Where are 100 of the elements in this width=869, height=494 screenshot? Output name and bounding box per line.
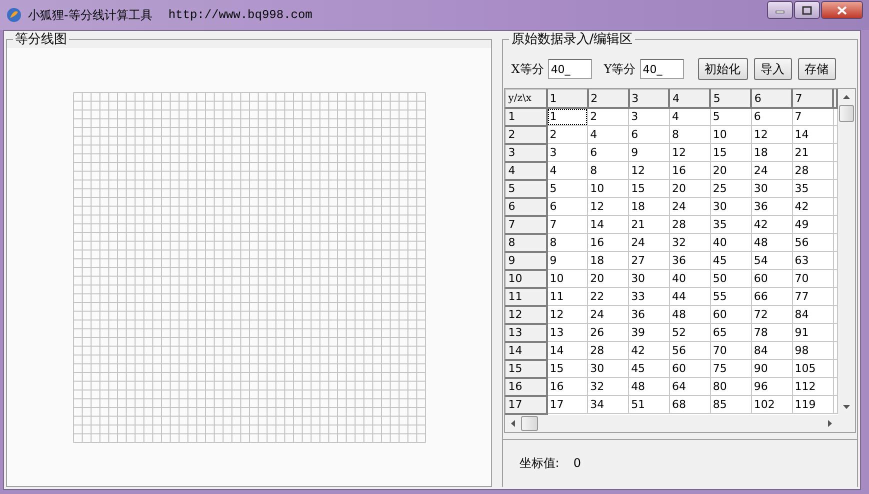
table-cell[interactable]: 5 (546, 180, 588, 198)
table-cell[interactable]: 119 (792, 396, 834, 414)
table-cell[interactable]: 98 (792, 342, 834, 360)
table-cell[interactable]: 26 (588, 324, 629, 342)
table-cell[interactable]: 16 (588, 234, 629, 252)
table-cell[interactable]: 49 (792, 216, 834, 234)
table-cell[interactable]: 12 (588, 198, 629, 216)
table-cell[interactable]: 15 (546, 360, 588, 378)
table-cell[interactable]: 12 (546, 306, 588, 324)
table-cell[interactable]: 6 (546, 198, 588, 216)
table-cell[interactable]: 63 (792, 252, 834, 270)
column-header[interactable]: 6 (751, 90, 792, 108)
table-cell[interactable]: 91 (792, 324, 834, 342)
table-cell[interactable]: 28 (669, 216, 710, 234)
table-cell[interactable]: 16 (546, 378, 588, 396)
table-cell[interactable]: 8 (669, 126, 710, 144)
column-header[interactable]: 4 (669, 90, 710, 108)
input-field[interactable]: 40_ (640, 59, 684, 79)
table-cell[interactable]: 72 (751, 306, 792, 324)
table-cell[interactable]: 8 (588, 162, 629, 180)
table-cell[interactable]: 12 (628, 162, 670, 180)
table-cell[interactable]: 70 (710, 342, 752, 360)
table-cell[interactable]: 5 (710, 108, 752, 126)
table-cell[interactable]: 25 (710, 180, 752, 198)
table-cell[interactable]: 24 (669, 198, 710, 216)
table-cell[interactable]: 12 (751, 126, 792, 144)
table-cell[interactable]: 55 (710, 288, 752, 306)
table-cell[interactable]: 34 (588, 396, 629, 414)
table-cell[interactable]: 40 (669, 270, 710, 288)
table-cell[interactable]: 28 (588, 342, 629, 360)
table-cell[interactable]: 60 (751, 270, 792, 288)
table-cell[interactable]: 78 (751, 324, 792, 342)
table-cell[interactable]: 66 (751, 288, 792, 306)
table-cell[interactable]: 70 (792, 270, 834, 288)
table-cell[interactable]: 84 (792, 306, 834, 324)
table-cell[interactable]: 4 (546, 162, 588, 180)
table-cell[interactable]: 7 (792, 108, 834, 126)
table-cell[interactable]: 42 (628, 342, 670, 360)
table-cell[interactable]: 11 (546, 288, 588, 306)
table-cell[interactable]: 35 (792, 180, 834, 198)
table-cell[interactable]: 65 (710, 324, 752, 342)
table-cell[interactable]: 50 (710, 270, 752, 288)
table-cell[interactable]: 16 (669, 162, 710, 180)
column-header[interactable]: 2 (588, 90, 629, 108)
table-cell[interactable]: 54 (751, 252, 792, 270)
table-cell[interactable]: 18 (751, 144, 792, 162)
table-cell[interactable]: 80 (710, 378, 752, 396)
table-cell[interactable]: 36 (669, 252, 710, 270)
table-cell[interactable]: 4 (588, 126, 629, 144)
table-cell[interactable]: 60 (710, 306, 752, 324)
table-cell[interactable]: 52 (669, 324, 710, 342)
table-cell[interactable]: 48 (628, 378, 670, 396)
table-cell[interactable]: 3 (628, 108, 670, 126)
table-cell[interactable]: 21 (792, 144, 834, 162)
table-cell[interactable]: 6 (588, 144, 629, 162)
table-cell[interactable]: 64 (669, 378, 710, 396)
column-header[interactable]: 1 (546, 90, 588, 108)
table-cell[interactable]: 24 (751, 162, 792, 180)
column-header[interactable]: 7 (792, 90, 834, 108)
table-cell[interactable]: 10 (588, 180, 629, 198)
table-cell[interactable]: 96 (751, 378, 792, 396)
column-header[interactable]: 3 (628, 90, 670, 108)
table-cell[interactable]: 48 (751, 234, 792, 252)
close-button[interactable] (821, 1, 863, 19)
table-cell[interactable]: 42 (792, 198, 834, 216)
table-cell[interactable]: 6 (751, 108, 792, 126)
table-cell[interactable]: 90 (751, 360, 792, 378)
table-cell[interactable]: 33 (628, 288, 670, 306)
table-cell[interactable]: 9 (546, 252, 588, 270)
table-cell[interactable]: 42 (751, 216, 792, 234)
table-cell[interactable]: 45 (628, 360, 670, 378)
table-cell[interactable]: 51 (628, 396, 670, 414)
table-cell[interactable]: 32 (588, 378, 629, 396)
table-cell[interactable]: 36 (628, 306, 670, 324)
table-cell[interactable]: 36 (751, 198, 792, 216)
table-cell[interactable]: 24 (588, 306, 629, 324)
table-cell[interactable]: 32 (669, 234, 710, 252)
table-cell[interactable]: 40 (710, 234, 752, 252)
table-cell[interactable]: 48 (669, 306, 710, 324)
table-cell[interactable]: 24 (628, 234, 670, 252)
table-cell[interactable]: 2 (546, 126, 588, 144)
table-cell[interactable]: 8 (546, 234, 588, 252)
table-cell[interactable]: 30 (751, 180, 792, 198)
minimize-button[interactable] (767, 1, 793, 19)
table-cell[interactable]: 4 (669, 108, 710, 126)
table-cell[interactable]: 39 (628, 324, 670, 342)
table-cell[interactable]: 10 (710, 126, 752, 144)
table-cell[interactable]: 13 (546, 324, 588, 342)
table-cell[interactable]: 35 (710, 216, 752, 234)
table-cell[interactable]: 27 (628, 252, 670, 270)
table-cell[interactable]: 20 (669, 180, 710, 198)
table-cell[interactable]: 14 (588, 216, 629, 234)
table-cell[interactable]: 6 (628, 126, 670, 144)
table-cell[interactable]: 45 (710, 252, 752, 270)
table-cell[interactable]: 15 (710, 144, 752, 162)
table-cell[interactable]: 112 (792, 378, 834, 396)
scrollbar-thumb[interactable] (839, 105, 854, 122)
table-cell[interactable]: 75 (710, 360, 752, 378)
table-cell[interactable]: 77 (792, 288, 834, 306)
table-cell[interactable]: 10 (546, 270, 588, 288)
